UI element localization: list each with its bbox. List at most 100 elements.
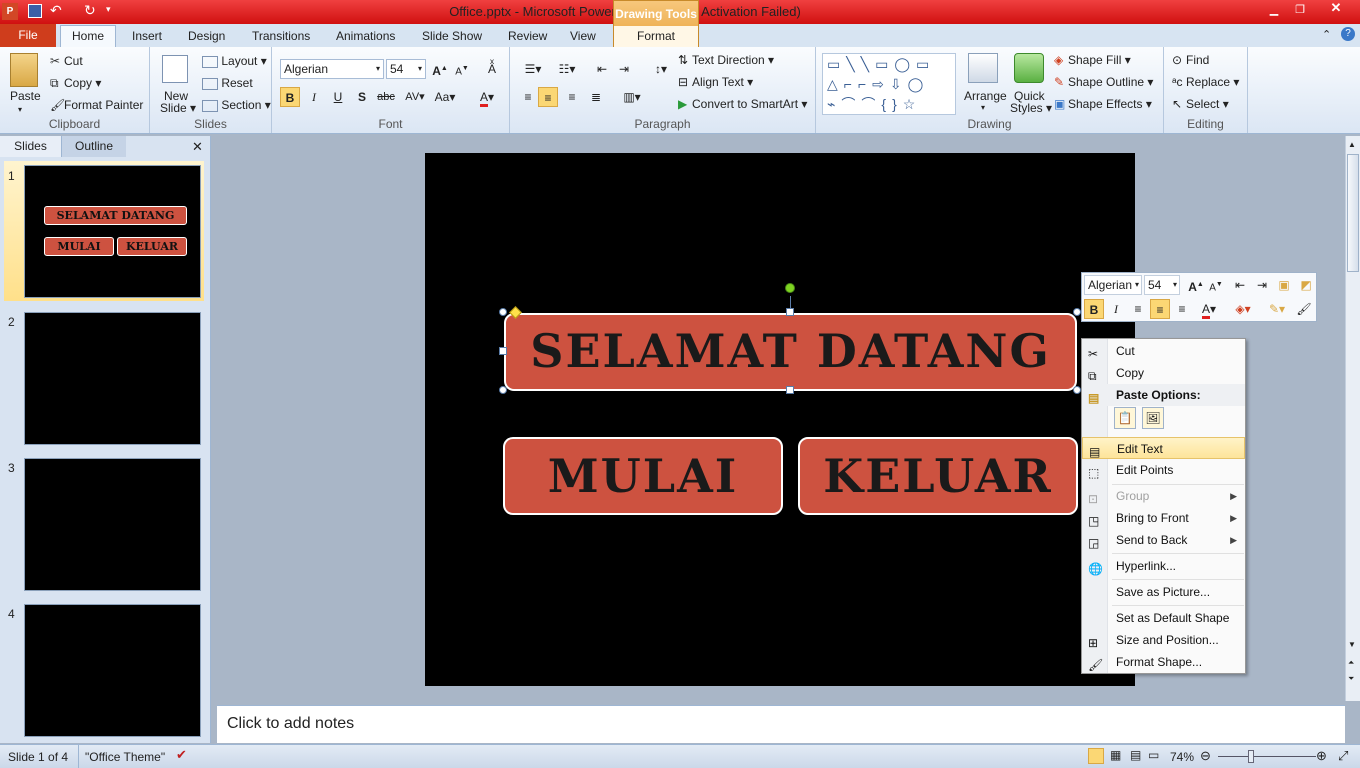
grow-font-icon[interactable]: A▲: [430, 59, 450, 79]
paste-keep-source-icon[interactable]: 📋: [1114, 407, 1136, 429]
tab-outline[interactable]: Outline: [62, 136, 126, 157]
clear-formatting-icon[interactable]: Aͯ: [482, 59, 502, 79]
tab-slide-show[interactable]: Slide Show: [410, 26, 494, 47]
bullets-button[interactable]: ☰▾: [518, 59, 548, 79]
section-button[interactable]: Section ▾: [202, 98, 271, 112]
notes-pane[interactable]: Click to add notes: [217, 705, 1345, 743]
paste-icon[interactable]: [10, 53, 38, 87]
shapes-gallery[interactable]: ▭╲╲▭◯▭ △⌐⌐⇨⇩◯ ⌁⌒⌒{}☆: [822, 53, 956, 115]
convert-smartart-button[interactable]: ▶ Convert to SmartArt ▾: [678, 97, 807, 113]
quick-styles-icon[interactable]: [1014, 53, 1044, 83]
slideshow-icon[interactable]: ▭: [1148, 748, 1159, 762]
mini-align-left-icon[interactable]: ≡: [1128, 299, 1148, 319]
fit-to-window-icon[interactable]: ⤢: [1338, 748, 1348, 764]
zoom-level[interactable]: 74%: [1170, 750, 1194, 764]
mini-align-center-icon[interactable]: ≡: [1150, 299, 1170, 319]
resize-handle-br[interactable]: [1073, 386, 1081, 394]
zoom-in-icon[interactable]: ⊕: [1316, 748, 1327, 764]
columns-button[interactable]: ▥▾: [618, 87, 646, 107]
shape-effects-button[interactable]: ▣ Shape Effects ▾: [1054, 97, 1152, 113]
slide-canvas[interactable]: SELAMAT DATANG MULAI KELUAR: [425, 153, 1135, 686]
mini-shape-icon[interactable]: ▣: [1274, 275, 1294, 295]
numbering-button[interactable]: ☷▾: [552, 59, 582, 79]
mini-style-icon[interactable]: ◩: [1296, 275, 1316, 295]
mini-format-painter-icon[interactable]: 🖌: [1294, 299, 1314, 319]
zoom-slider-thumb[interactable]: [1248, 750, 1254, 763]
find-button[interactable]: ⊙ Find: [1172, 53, 1209, 69]
mini-size-combo[interactable]: 54 ▾: [1144, 275, 1180, 295]
mini-italic-button[interactable]: I: [1106, 299, 1126, 319]
copy-button[interactable]: ⧉ Copy ▾: [50, 76, 101, 92]
scroll-down-icon[interactable]: ▼: [1348, 640, 1356, 649]
scroll-thumb[interactable]: [1347, 154, 1359, 272]
minimize-ribbon-icon[interactable]: ⌃: [1322, 28, 1331, 41]
rotation-handle[interactable]: [785, 283, 795, 293]
menu-item-hyperlink[interactable]: 🌐 Hyperlink...: [1082, 555, 1245, 577]
minimize-button[interactable]: ▁: [1262, 3, 1286, 17]
cut-button[interactable]: ✂ Cut: [50, 54, 83, 70]
paste-button[interactable]: Paste: [10, 89, 41, 103]
mini-decrease-indent-icon[interactable]: ⇤: [1230, 275, 1250, 295]
align-center-icon[interactable]: ≡: [538, 87, 558, 107]
justify-icon[interactable]: ≣: [586, 87, 606, 107]
resize-handle-b[interactable]: [786, 386, 794, 394]
vertical-scrollbar[interactable]: ▲ ▼ ⏶ ⏷: [1345, 136, 1360, 701]
tab-animations[interactable]: Animations: [324, 26, 407, 47]
close-pane-icon[interactable]: ✕: [192, 139, 203, 155]
select-button[interactable]: ↖ Select ▾: [1172, 97, 1229, 113]
mini-grow-font-icon[interactable]: A▲: [1186, 275, 1206, 295]
keluar-shape[interactable]: KELUAR: [798, 437, 1078, 515]
mini-fill-button[interactable]: ◈▾: [1228, 299, 1258, 319]
title-shape[interactable]: SELAMAT DATANG: [504, 313, 1077, 391]
menu-item-set-default-shape[interactable]: Set as Default Shape: [1082, 607, 1245, 629]
normal-view-icon[interactable]: [1088, 748, 1104, 764]
mini-font-combo[interactable]: Algerian ▾: [1084, 275, 1142, 295]
theme-name[interactable]: "Office Theme": [85, 750, 165, 764]
slide-2-thumbnail[interactable]: [24, 312, 201, 445]
shrink-font-icon[interactable]: A▼: [452, 59, 472, 79]
reading-view-icon[interactable]: ▤: [1130, 748, 1141, 762]
align-right-icon[interactable]: ≡: [562, 87, 582, 107]
replace-button[interactable]: ᵃc Replace ▾: [1172, 75, 1239, 91]
shadow-button[interactable]: S: [352, 87, 372, 107]
menu-item-format-shape[interactable]: 🖌 Format Shape...: [1082, 651, 1245, 673]
reset-button[interactable]: Reset: [202, 76, 253, 90]
menu-item-edit-points[interactable]: ⬚ Edit Points: [1082, 459, 1245, 481]
text-direction-button[interactable]: ⇅ Text Direction ▾: [678, 53, 774, 69]
tab-transitions[interactable]: Transitions: [240, 26, 322, 47]
mini-font-color-button[interactable]: A▾: [1194, 299, 1224, 319]
resize-handle-tl[interactable]: [499, 308, 507, 316]
shape-outline-button[interactable]: ✎ Shape Outline ▾: [1054, 75, 1153, 91]
font-name-combo[interactable]: Algerian ▾: [280, 59, 384, 79]
menu-item-save-as-picture[interactable]: Save as Picture...: [1082, 581, 1245, 603]
mini-align-right-icon[interactable]: ≡: [1172, 299, 1192, 319]
tab-review[interactable]: Review: [496, 26, 559, 47]
new-slide-button[interactable]: Slide ▾: [160, 101, 196, 115]
tab-home[interactable]: Home: [60, 25, 116, 47]
slide-1-thumbnail[interactable]: SELAMAT DATANG MULAI KELUAR: [24, 165, 201, 298]
font-color-button[interactable]: A▾: [472, 87, 502, 107]
align-left-icon[interactable]: ≡: [518, 87, 538, 107]
arrange-icon[interactable]: [968, 53, 998, 83]
notes-placeholder[interactable]: Click to add notes: [227, 715, 354, 733]
close-window-button[interactable]: ✕: [1316, 0, 1356, 16]
paste-picture-icon[interactable]: 🖼: [1142, 407, 1164, 429]
italic-button[interactable]: I: [304, 87, 324, 107]
decrease-indent-icon[interactable]: ⇤: [592, 59, 612, 79]
strikethrough-button[interactable]: abc: [376, 87, 396, 107]
shape-fill-button[interactable]: ◈ Shape Fill ▾: [1054, 53, 1131, 69]
slide-sorter-icon[interactable]: ▦: [1110, 748, 1121, 762]
mini-bold-button[interactable]: B: [1084, 299, 1104, 319]
bold-button[interactable]: B: [280, 87, 300, 107]
underline-button[interactable]: U: [328, 87, 348, 107]
align-text-button[interactable]: ⊟ Align Text ▾: [678, 75, 753, 91]
change-case-button[interactable]: Aa▾: [432, 87, 458, 107]
mulai-shape[interactable]: MULAI: [503, 437, 783, 515]
quick-styles-button[interactable]: Styles ▾: [1010, 101, 1052, 115]
menu-item-copy[interactable]: ⧉ Copy: [1082, 362, 1245, 384]
menu-item-size-position[interactable]: ⊞ Size and Position...: [1082, 629, 1245, 651]
menu-item-cut[interactable]: ✂ Cut: [1082, 340, 1245, 362]
resize-handle-l[interactable]: [499, 347, 507, 355]
font-size-combo[interactable]: 54 ▾: [386, 59, 426, 79]
mini-increase-indent-icon[interactable]: ⇥: [1252, 275, 1272, 295]
